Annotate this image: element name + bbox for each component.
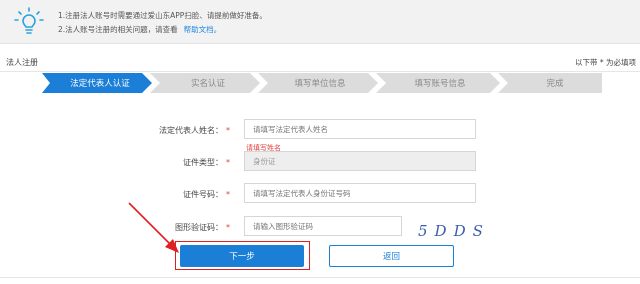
step-4-label: 填写账号信息	[414, 79, 466, 89]
notice-line-2-text: 2.法人账号注册的相关问题，请查看	[58, 25, 178, 34]
id-number-input[interactable]	[244, 183, 476, 203]
step-1-label: 法定代表人认证	[70, 79, 130, 89]
next-step-button[interactable]: 下一步	[180, 245, 304, 267]
legal-rep-name-input[interactable]	[244, 119, 476, 139]
id-number-label: 证件号码： *	[120, 189, 230, 200]
id-type-label-text: 证件类型：	[183, 158, 223, 167]
step-3-label: 填写单位信息	[294, 79, 346, 89]
bottom-divider	[0, 277, 640, 278]
notice-line-1: 1.注册法人账号时需要通过爱山东APP扫脸、请提前做好准备。	[58, 11, 267, 20]
required-star: *	[226, 190, 230, 199]
page-header: 法人注册 以下带 * 为必填项	[0, 52, 640, 72]
row-legal-rep-name: 法定代表人姓名： *	[0, 119, 640, 141]
row-captcha: 图形验证码： *	[0, 216, 640, 238]
back-button[interactable]: 返回	[329, 245, 454, 267]
page-title: 法人注册	[6, 58, 38, 67]
required-star: *	[226, 223, 230, 232]
captcha-text: 5DDS	[418, 222, 490, 240]
required-star: *	[226, 126, 230, 135]
notice-banner: 1.注册法人账号时需要通过爱山东APP扫脸、请提前做好准备。 2.法人账号注册的…	[0, 0, 640, 44]
step-progress: 法定代表人认证 实名认证 填写单位信息 填写账号信息 完成	[42, 73, 602, 93]
id-type-field	[244, 151, 476, 171]
row-id-number: 证件号码： *	[0, 183, 640, 205]
step-2-label: 实名认证	[190, 79, 225, 89]
legal-rep-name-label-text: 法定代表人姓名：	[159, 126, 223, 135]
row-id-type: 证件类型： *	[0, 151, 640, 173]
id-number-label-text: 证件号码：	[183, 190, 223, 199]
required-note: 以下带 * 为必填项	[574, 58, 636, 67]
captcha-image[interactable]: 5DDS	[412, 218, 494, 242]
captcha-input[interactable]	[244, 216, 402, 236]
step-5-label: 完成	[546, 79, 564, 89]
lightbulb-icon	[14, 7, 44, 34]
legal-rep-name-label: 法定代表人姓名： *	[120, 125, 230, 136]
notice-line-2: 2.法人账号注册的相关问题，请查看 帮助文档。	[58, 24, 221, 35]
help-doc-link[interactable]: 帮助文档。	[184, 25, 222, 34]
id-type-label: 证件类型： *	[120, 157, 230, 168]
required-star: *	[226, 158, 230, 167]
